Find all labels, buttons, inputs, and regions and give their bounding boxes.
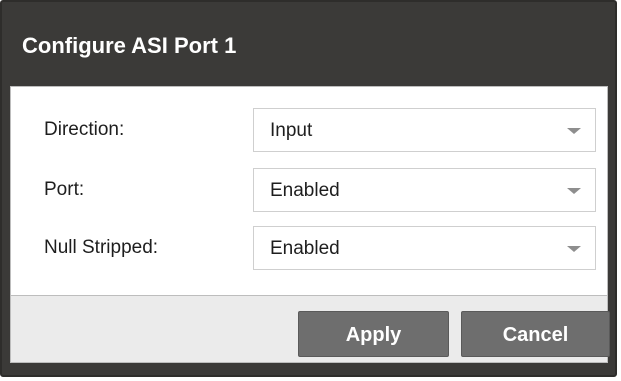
port-row: Port: Enabled — [11, 168, 607, 212]
caret-down-icon — [567, 128, 581, 134]
port-value: Enabled — [270, 180, 340, 201]
dialog-footer: Apply Cancel — [10, 296, 610, 363]
dialog-titlebar[interactable]: Configure ASI Port 1 — [2, 2, 615, 86]
dialog-title: Configure ASI Port 1 — [22, 33, 237, 58]
configure-port-dialog: Configure ASI Port 1 Direction: Input Po… — [0, 0, 617, 377]
null-stripped-select[interactable]: Enabled — [253, 226, 596, 270]
caret-down-icon — [567, 188, 581, 194]
direction-select[interactable]: Input — [253, 108, 596, 152]
null-stripped-label: Null Stripped: — [44, 237, 159, 258]
caret-down-icon — [567, 246, 581, 252]
cancel-button[interactable]: Cancel — [461, 311, 610, 357]
direction-label: Direction: — [44, 119, 125, 140]
null-stripped-value: Enabled — [270, 238, 340, 259]
dialog-content: Direction: Input Port: Enabled Null Stri… — [10, 86, 608, 296]
port-select[interactable]: Enabled — [253, 168, 596, 212]
direction-value: Input — [270, 120, 313, 141]
port-label: Port: — [44, 179, 85, 200]
null-stripped-row: Null Stripped: Enabled — [11, 226, 607, 270]
direction-row: Direction: Input — [11, 108, 607, 152]
apply-button[interactable]: Apply — [298, 311, 449, 357]
